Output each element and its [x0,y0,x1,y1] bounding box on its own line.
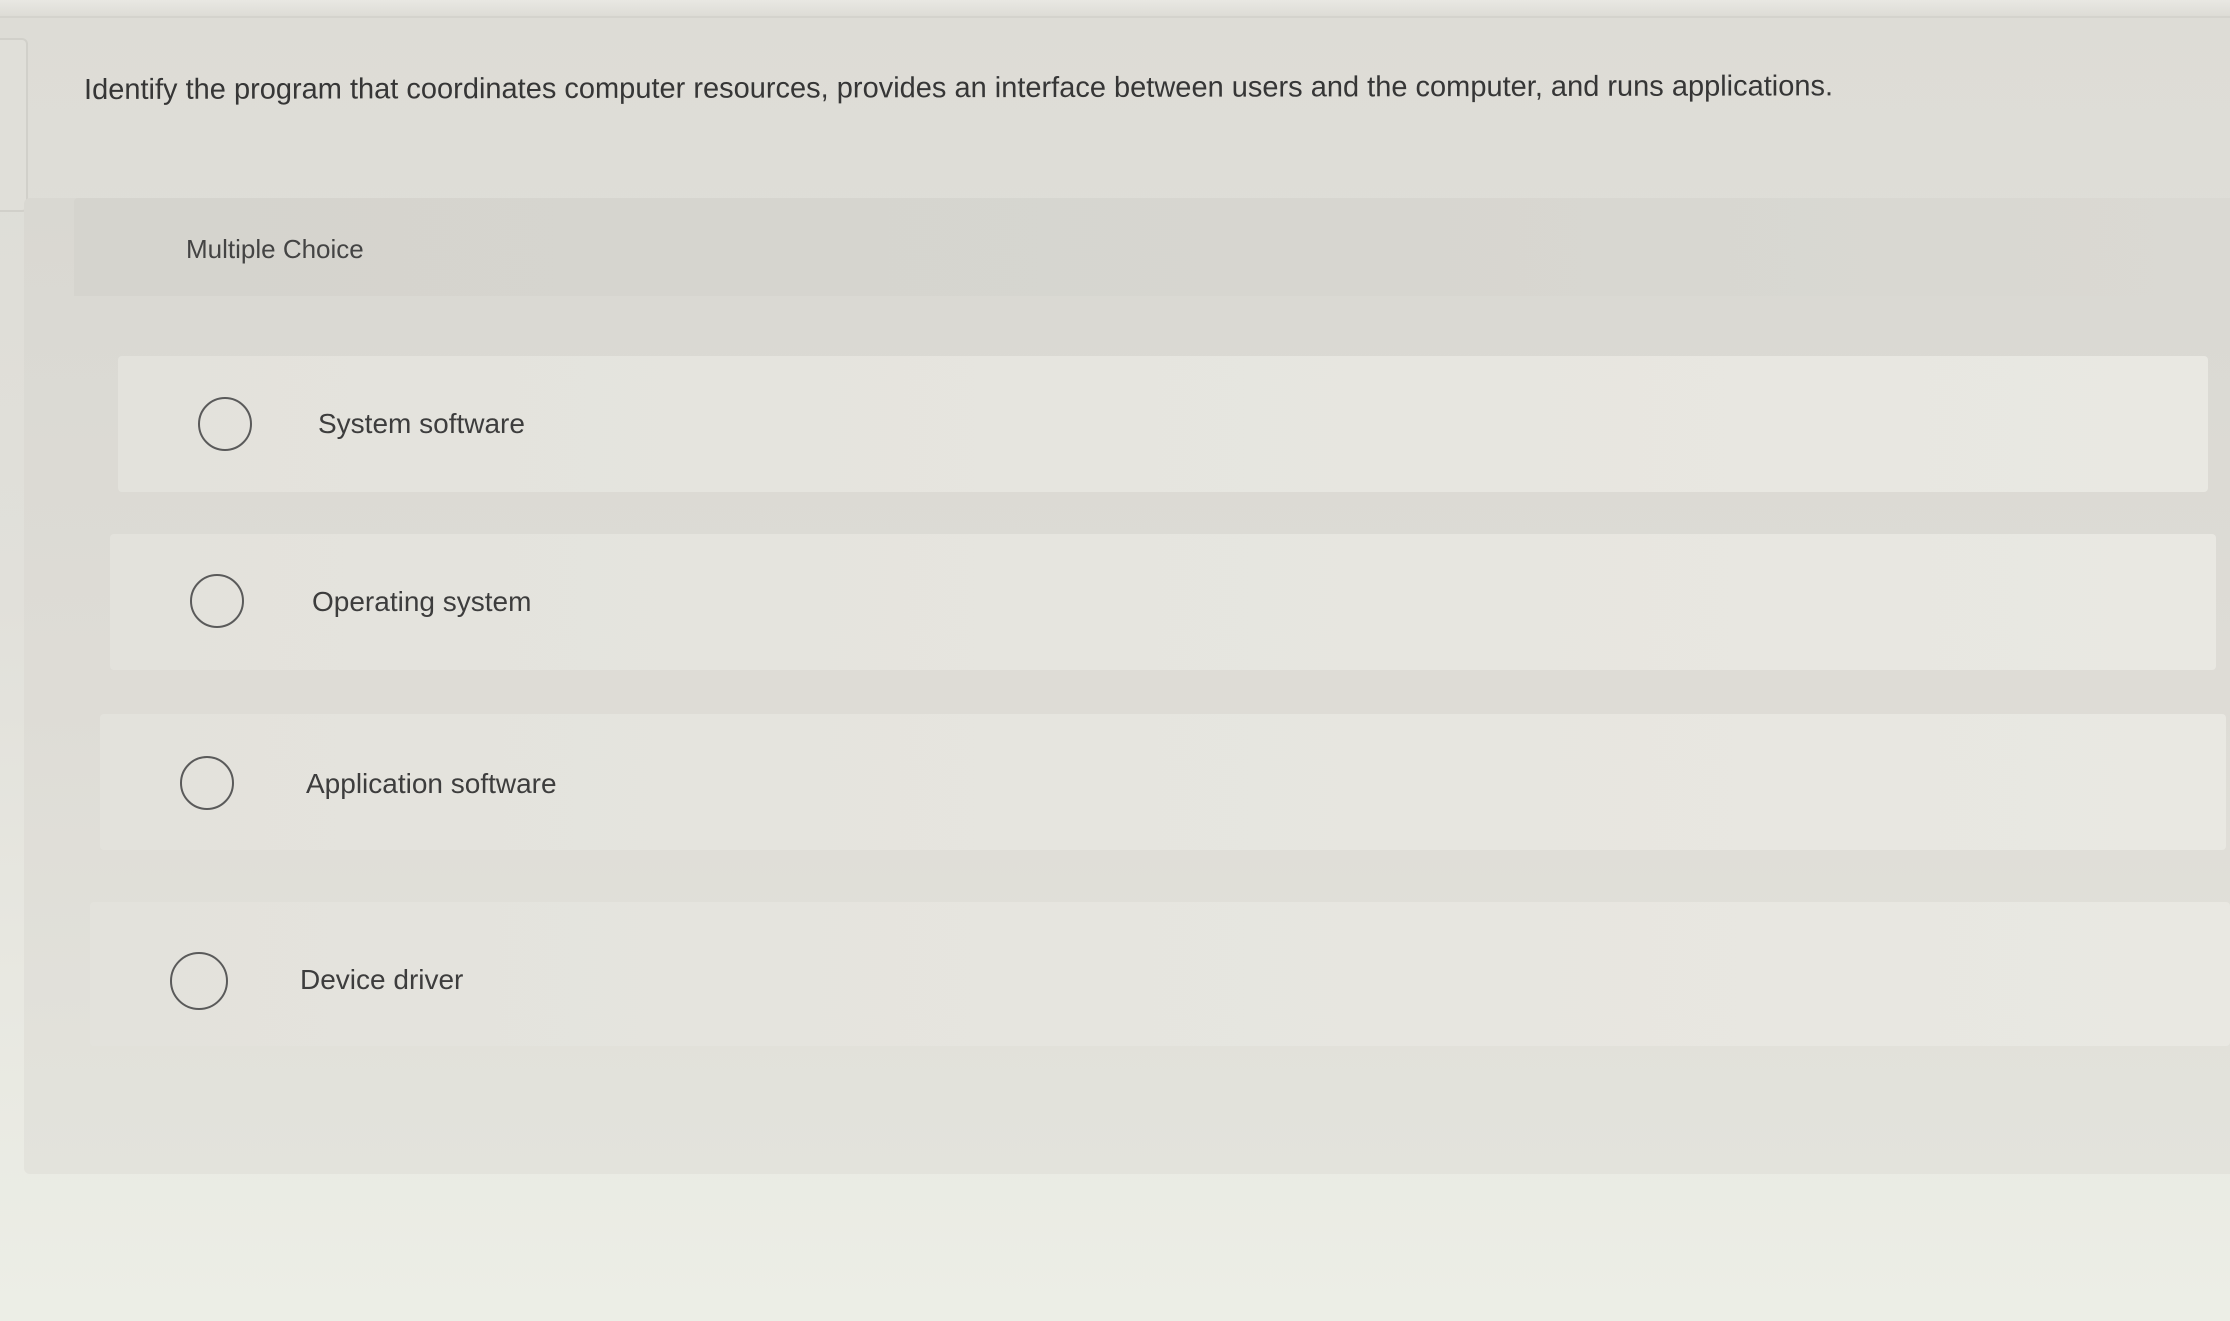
radio-button[interactable] [170,952,228,1010]
answer-option-label: Device driver [300,964,464,995]
radio-button[interactable] [180,756,234,810]
question-prompt: Identify the program that coordinates co… [83,70,1834,106]
radio-button[interactable] [190,574,244,628]
question-type-label: Multiple Choice [186,234,364,264]
answer-option-device-driver[interactable]: Device driver [90,902,2230,1046]
question-card: Multiple Choice System software Operatin… [24,198,2230,1174]
answer-option-application-software[interactable]: Application software [100,714,2226,850]
answer-option-label: Operating system [312,586,532,617]
answer-option-system-software[interactable]: System software [118,356,2208,492]
side-tab [0,38,28,212]
top-border [0,0,2230,18]
card-header: Multiple Choice [74,198,2230,296]
radio-button[interactable] [198,397,252,451]
answer-option-label: System software [318,408,525,439]
answer-option-label: Application software [306,768,557,799]
answer-option-operating-system[interactable]: Operating system [110,534,2216,670]
